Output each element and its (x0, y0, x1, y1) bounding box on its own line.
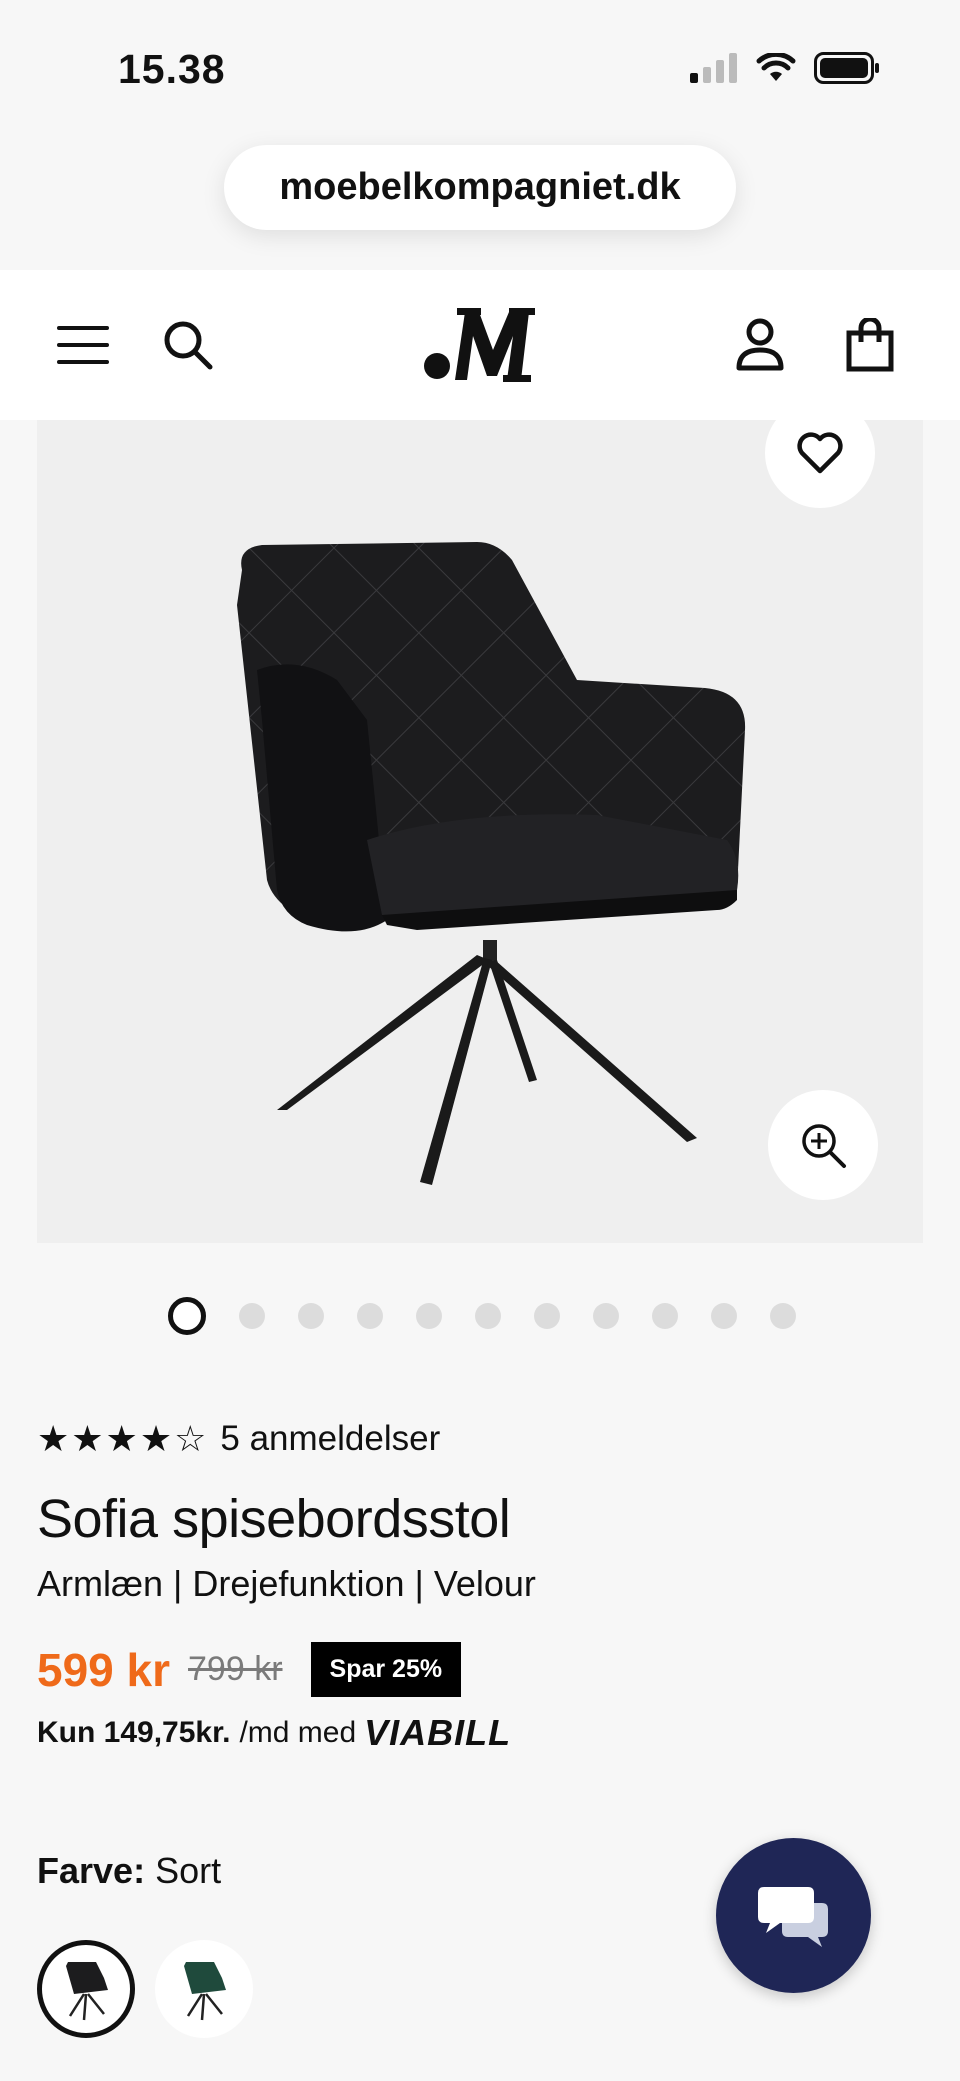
carousel-dot[interactable] (239, 1303, 265, 1329)
product-subtitle: Armlæn | Drejefunktion | Velour (37, 1563, 536, 1604)
product-rating[interactable]: ★★★★☆ 5 anmeldelser (37, 1418, 440, 1460)
price-row: 599 kr 799 kr Spar 25% (37, 1642, 462, 1697)
carousel-dot[interactable] (534, 1303, 560, 1329)
review-count: 5 anmeldelser (220, 1419, 441, 1458)
current-price: 599 kr (37, 1643, 171, 1696)
color-swatch-black[interactable] (37, 1940, 135, 2038)
heart-icon (797, 432, 843, 474)
logo-icon (424, 308, 535, 382)
color-swatch-green[interactable] (155, 1940, 253, 2038)
viabill-logo: VIABILL (364, 1712, 512, 1753)
carousel-dot[interactable] (168, 1297, 206, 1335)
carousel-dot[interactable] (711, 1303, 737, 1329)
product-title: Sofia spisebordsstol (37, 1489, 511, 1549)
status-time: 15.38 (118, 46, 226, 92)
product-gallery[interactable] (37, 398, 923, 1243)
site-logo[interactable] (415, 304, 545, 384)
user-icon (736, 318, 784, 371)
favorite-button[interactable] (765, 398, 875, 508)
color-label-value: Sort (155, 1850, 222, 1891)
status-icons (690, 52, 880, 84)
chat-button[interactable] (716, 1838, 871, 1993)
color-label-key: Farve: (37, 1850, 146, 1891)
hamburger-icon (57, 326, 109, 364)
carousel-dot[interactable] (593, 1303, 619, 1329)
color-swatches (37, 1940, 253, 2038)
menu-button[interactable] (48, 310, 118, 380)
color-selector-label: Farve: Sort (37, 1850, 221, 1892)
url-text: moebelkompagniet.dk (279, 166, 681, 208)
installment-text: /md med (239, 1716, 357, 1749)
battery-icon (814, 52, 879, 84)
wifi-icon (756, 53, 796, 81)
carousel-dot[interactable] (475, 1303, 501, 1329)
zoom-button[interactable] (768, 1090, 878, 1200)
old-price: 799 kr (188, 1650, 283, 1688)
carousel-dot[interactable] (770, 1303, 796, 1329)
search-button[interactable] (153, 310, 223, 380)
discount-badge: Spar 25% (310, 1642, 462, 1697)
carousel-dot[interactable] (298, 1303, 324, 1329)
chat-bubbles-icon (757, 1886, 828, 1947)
rating-stars: ★★★★☆ (37, 1418, 209, 1459)
cart-button[interactable] (835, 310, 905, 380)
carousel-dot[interactable] (416, 1303, 442, 1329)
zoom-in-icon (802, 1124, 846, 1168)
status-bar: 15.38 (0, 0, 960, 140)
cellular-signal-icon (690, 53, 737, 83)
search-icon (164, 321, 213, 370)
carousel-dot[interactable] (652, 1303, 678, 1329)
carousel-indicator (168, 1296, 796, 1336)
installment-info[interactable]: Kun 149,75kr. /md med VIABILL (37, 1712, 511, 1754)
address-bar[interactable]: moebelkompagniet.dk (224, 145, 736, 230)
green-chair-thumbnail (184, 1962, 226, 2021)
installment-amount: Kun 149,75kr. (37, 1716, 231, 1749)
account-button[interactable] (725, 310, 795, 380)
carousel-dot[interactable] (357, 1303, 383, 1329)
black-chair-thumbnail (66, 1962, 108, 2021)
shopping-bag-icon (846, 318, 894, 372)
